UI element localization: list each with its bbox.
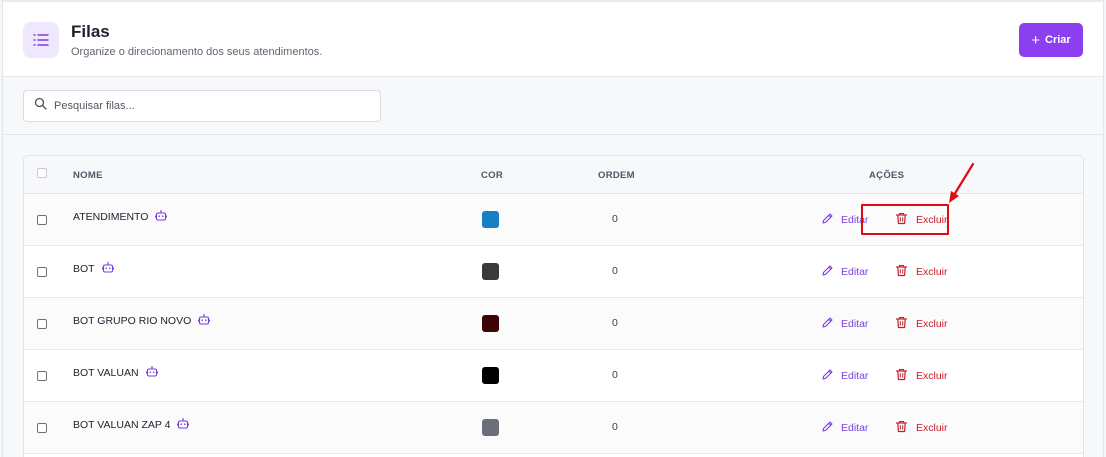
edit-button[interactable]: Editar bbox=[821, 419, 868, 437]
bot-icon bbox=[198, 314, 211, 328]
queue-name-cell: BOT GRUPO RIO NOVO bbox=[73, 314, 211, 328]
search-bar bbox=[3, 77, 1103, 135]
queue-order: 0 bbox=[612, 213, 618, 225]
queue-name: BOT bbox=[73, 263, 95, 275]
row-checkbox[interactable] bbox=[37, 371, 47, 381]
create-button-label: Criar bbox=[1045, 34, 1071, 46]
table-row: BOT GRUPO RIO NOVO 0 Editar Excluir bbox=[24, 298, 1083, 350]
delete-button[interactable]: Excluir bbox=[895, 419, 948, 437]
trash-icon bbox=[895, 420, 908, 436]
table-header: NOME COR ORDEM AÇÕES bbox=[24, 156, 1083, 194]
pencil-icon bbox=[821, 264, 834, 280]
queue-color-swatch bbox=[482, 367, 499, 384]
table-row: ATENDIMENTO 0 Editar Excluir bbox=[24, 194, 1083, 246]
queue-name-cell: BOT bbox=[73, 262, 114, 276]
search-box[interactable] bbox=[23, 90, 381, 122]
queue-color-swatch bbox=[482, 211, 499, 228]
delete-button[interactable]: Excluir bbox=[895, 315, 948, 333]
edit-button-label: Editar bbox=[841, 266, 869, 278]
row-checkbox[interactable] bbox=[37, 423, 47, 433]
bot-icon bbox=[101, 262, 114, 276]
queue-name: BOT VALUAN ZAP 4 bbox=[73, 419, 171, 431]
plus-icon: + bbox=[1031, 31, 1041, 49]
delete-button-label: Excluir bbox=[916, 370, 948, 382]
bot-icon bbox=[145, 366, 158, 380]
bot-icon bbox=[177, 418, 190, 432]
table-body: ATENDIMENTO 0 Editar Excluir BOT 0 Edita… bbox=[24, 194, 1083, 454]
create-button[interactable]: + Criar bbox=[1019, 23, 1083, 57]
edit-button-label: Editar bbox=[841, 214, 869, 226]
trash-icon bbox=[895, 212, 908, 228]
row-checkbox[interactable] bbox=[37, 319, 47, 329]
bot-icon bbox=[155, 210, 168, 224]
select-all-checkbox[interactable] bbox=[37, 168, 47, 178]
delete-button[interactable]: Excluir bbox=[895, 211, 948, 229]
trash-icon bbox=[895, 264, 908, 280]
page-header: Filas Organize o direcionamento dos seus… bbox=[3, 0, 1103, 77]
search-input[interactable] bbox=[54, 100, 354, 112]
delete-button-label: Excluir bbox=[916, 318, 948, 330]
search-icon bbox=[34, 97, 47, 115]
delete-button-label: Excluir bbox=[916, 422, 948, 434]
page-title: Filas bbox=[71, 22, 110, 41]
pencil-icon bbox=[821, 212, 834, 228]
trash-icon bbox=[895, 316, 908, 332]
delete-button[interactable]: Excluir bbox=[895, 263, 948, 281]
table-row: BOT VALUAN 0 Editar Excluir bbox=[24, 350, 1083, 402]
column-header-order: ORDEM bbox=[598, 170, 635, 181]
table-row: BOT VALUAN ZAP 4 0 Editar Excluir bbox=[24, 402, 1083, 454]
row-checkbox[interactable] bbox=[37, 215, 47, 225]
page-subtitle: Organize o direcionamento dos seus atend… bbox=[71, 46, 323, 58]
edit-button[interactable]: Editar bbox=[821, 263, 868, 281]
column-header-name: NOME bbox=[73, 170, 103, 181]
delete-button[interactable]: Excluir bbox=[895, 367, 948, 385]
edit-button-label: Editar bbox=[841, 318, 869, 330]
queue-order: 0 bbox=[612, 421, 618, 433]
pencil-icon bbox=[821, 420, 834, 436]
queue-color-swatch bbox=[482, 419, 499, 436]
queue-name-cell: ATENDIMENTO bbox=[73, 210, 168, 224]
queue-order: 0 bbox=[612, 265, 618, 277]
list-icon bbox=[23, 22, 59, 58]
queue-color-swatch bbox=[482, 263, 499, 280]
edit-button-label: Editar bbox=[841, 370, 869, 382]
delete-button-label: Excluir bbox=[916, 214, 948, 226]
edit-button[interactable]: Editar bbox=[821, 211, 868, 229]
column-header-actions: AÇÕES bbox=[869, 170, 905, 181]
page-frame: Filas Organize o direcionamento dos seus… bbox=[2, 0, 1104, 457]
queue-order: 0 bbox=[612, 317, 618, 329]
queues-table: NOME COR ORDEM AÇÕES ATENDIMENTO 0 Edita… bbox=[23, 155, 1084, 457]
edit-button-label: Editar bbox=[841, 422, 869, 434]
queue-order: 0 bbox=[612, 369, 618, 381]
queue-name-cell: BOT VALUAN ZAP 4 bbox=[73, 418, 190, 432]
queue-name: BOT GRUPO RIO NOVO bbox=[73, 315, 192, 327]
queue-name: BOT VALUAN bbox=[73, 367, 139, 379]
delete-button-label: Excluir bbox=[916, 266, 948, 278]
queue-color-swatch bbox=[482, 315, 499, 332]
edit-button[interactable]: Editar bbox=[821, 315, 868, 333]
table-row: BOT 0 Editar Excluir bbox=[24, 246, 1083, 298]
queue-name-cell: BOT VALUAN bbox=[73, 366, 158, 380]
pencil-icon bbox=[821, 368, 834, 384]
column-header-color: COR bbox=[481, 170, 504, 181]
row-checkbox[interactable] bbox=[37, 267, 47, 277]
trash-icon bbox=[895, 368, 908, 384]
pencil-icon bbox=[821, 316, 834, 332]
queue-name: ATENDIMENTO bbox=[73, 211, 149, 223]
edit-button[interactable]: Editar bbox=[821, 367, 868, 385]
